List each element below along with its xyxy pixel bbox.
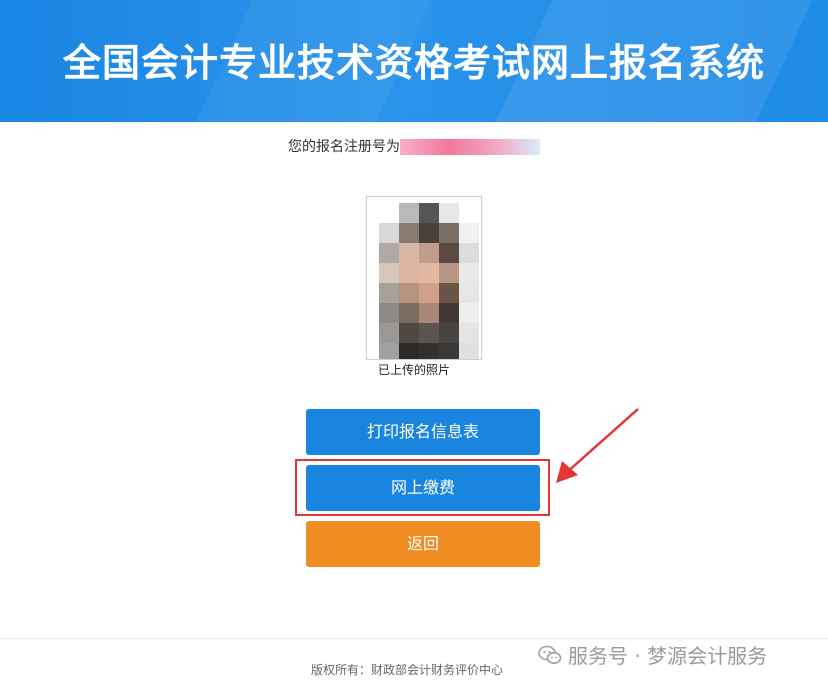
photo-pixel bbox=[439, 283, 459, 303]
photo-pixel bbox=[379, 283, 399, 303]
photo-pixel bbox=[419, 283, 439, 303]
photo-pixel bbox=[379, 243, 399, 263]
photo-pixel bbox=[439, 323, 459, 343]
photo-pixel bbox=[419, 263, 439, 283]
photo-pixel bbox=[399, 223, 419, 243]
photo-pixel bbox=[379, 323, 399, 343]
uploaded-photo bbox=[366, 196, 482, 360]
photo-pixel bbox=[459, 303, 479, 323]
photo-pixel bbox=[419, 243, 439, 263]
copyright-text: 版权所有：财政部会计财务评价中心 bbox=[311, 663, 504, 677]
registration-label: 您的报名注册号为 bbox=[288, 139, 400, 155]
photo-pixel bbox=[419, 223, 439, 243]
photo-pixel bbox=[399, 303, 419, 323]
photo-pixel bbox=[399, 263, 419, 283]
photo-pixel bbox=[399, 323, 419, 343]
highlight-box bbox=[295, 459, 550, 516]
photo-pixel bbox=[379, 223, 399, 243]
photo-pixel bbox=[399, 203, 419, 223]
registration-line: 您的报名注册号为2000000000 bbox=[0, 136, 828, 156]
photo-pixelated bbox=[379, 203, 481, 359]
photo-pixel bbox=[399, 243, 419, 263]
photo-pixel bbox=[459, 263, 479, 283]
photo-pixel bbox=[379, 203, 399, 223]
watermark-text: 服务号 · 梦源会计服务 bbox=[568, 644, 768, 668]
registration-number-blurred: 2000000000 bbox=[400, 139, 540, 155]
photo-pixel bbox=[399, 343, 419, 359]
photo-pixel bbox=[439, 223, 459, 243]
photo-pixel bbox=[459, 323, 479, 343]
photo-pixel bbox=[439, 303, 459, 323]
photo-pixel bbox=[439, 343, 459, 359]
footer-divider bbox=[0, 638, 828, 639]
photo-pixel bbox=[419, 203, 439, 223]
photo-pixel bbox=[459, 343, 479, 359]
photo-pixel bbox=[459, 243, 479, 263]
wechat-icon bbox=[538, 645, 562, 664]
photo-caption: 已上传的照片 bbox=[377, 363, 450, 377]
photo-pixel bbox=[419, 343, 439, 359]
photo-pixel bbox=[419, 303, 439, 323]
photo-pixel bbox=[459, 283, 479, 303]
back-button[interactable]: 返回 bbox=[306, 521, 540, 567]
page-title: 全国会计专业技术资格考试网上报名系统 bbox=[62, 41, 765, 85]
photo-pixel bbox=[459, 223, 479, 243]
header-banner: 全国会计专业技术资格考试网上报名系统 bbox=[0, 0, 828, 122]
watermark: 服务号 · 梦源会计服务 bbox=[538, 640, 767, 669]
photo-pixel bbox=[379, 303, 399, 323]
photo-pixel bbox=[439, 263, 459, 283]
photo-pixel bbox=[439, 203, 459, 223]
photo-pixel bbox=[419, 323, 439, 343]
photo-pixel bbox=[379, 263, 399, 283]
print-registration-form-button[interactable]: 打印报名信息表 bbox=[306, 409, 540, 455]
photo-pixel bbox=[399, 283, 419, 303]
red-arrow-annotation bbox=[556, 408, 639, 483]
photo-pixel bbox=[379, 343, 399, 359]
photo-pixel bbox=[439, 243, 459, 263]
photo-pixel bbox=[459, 203, 479, 223]
